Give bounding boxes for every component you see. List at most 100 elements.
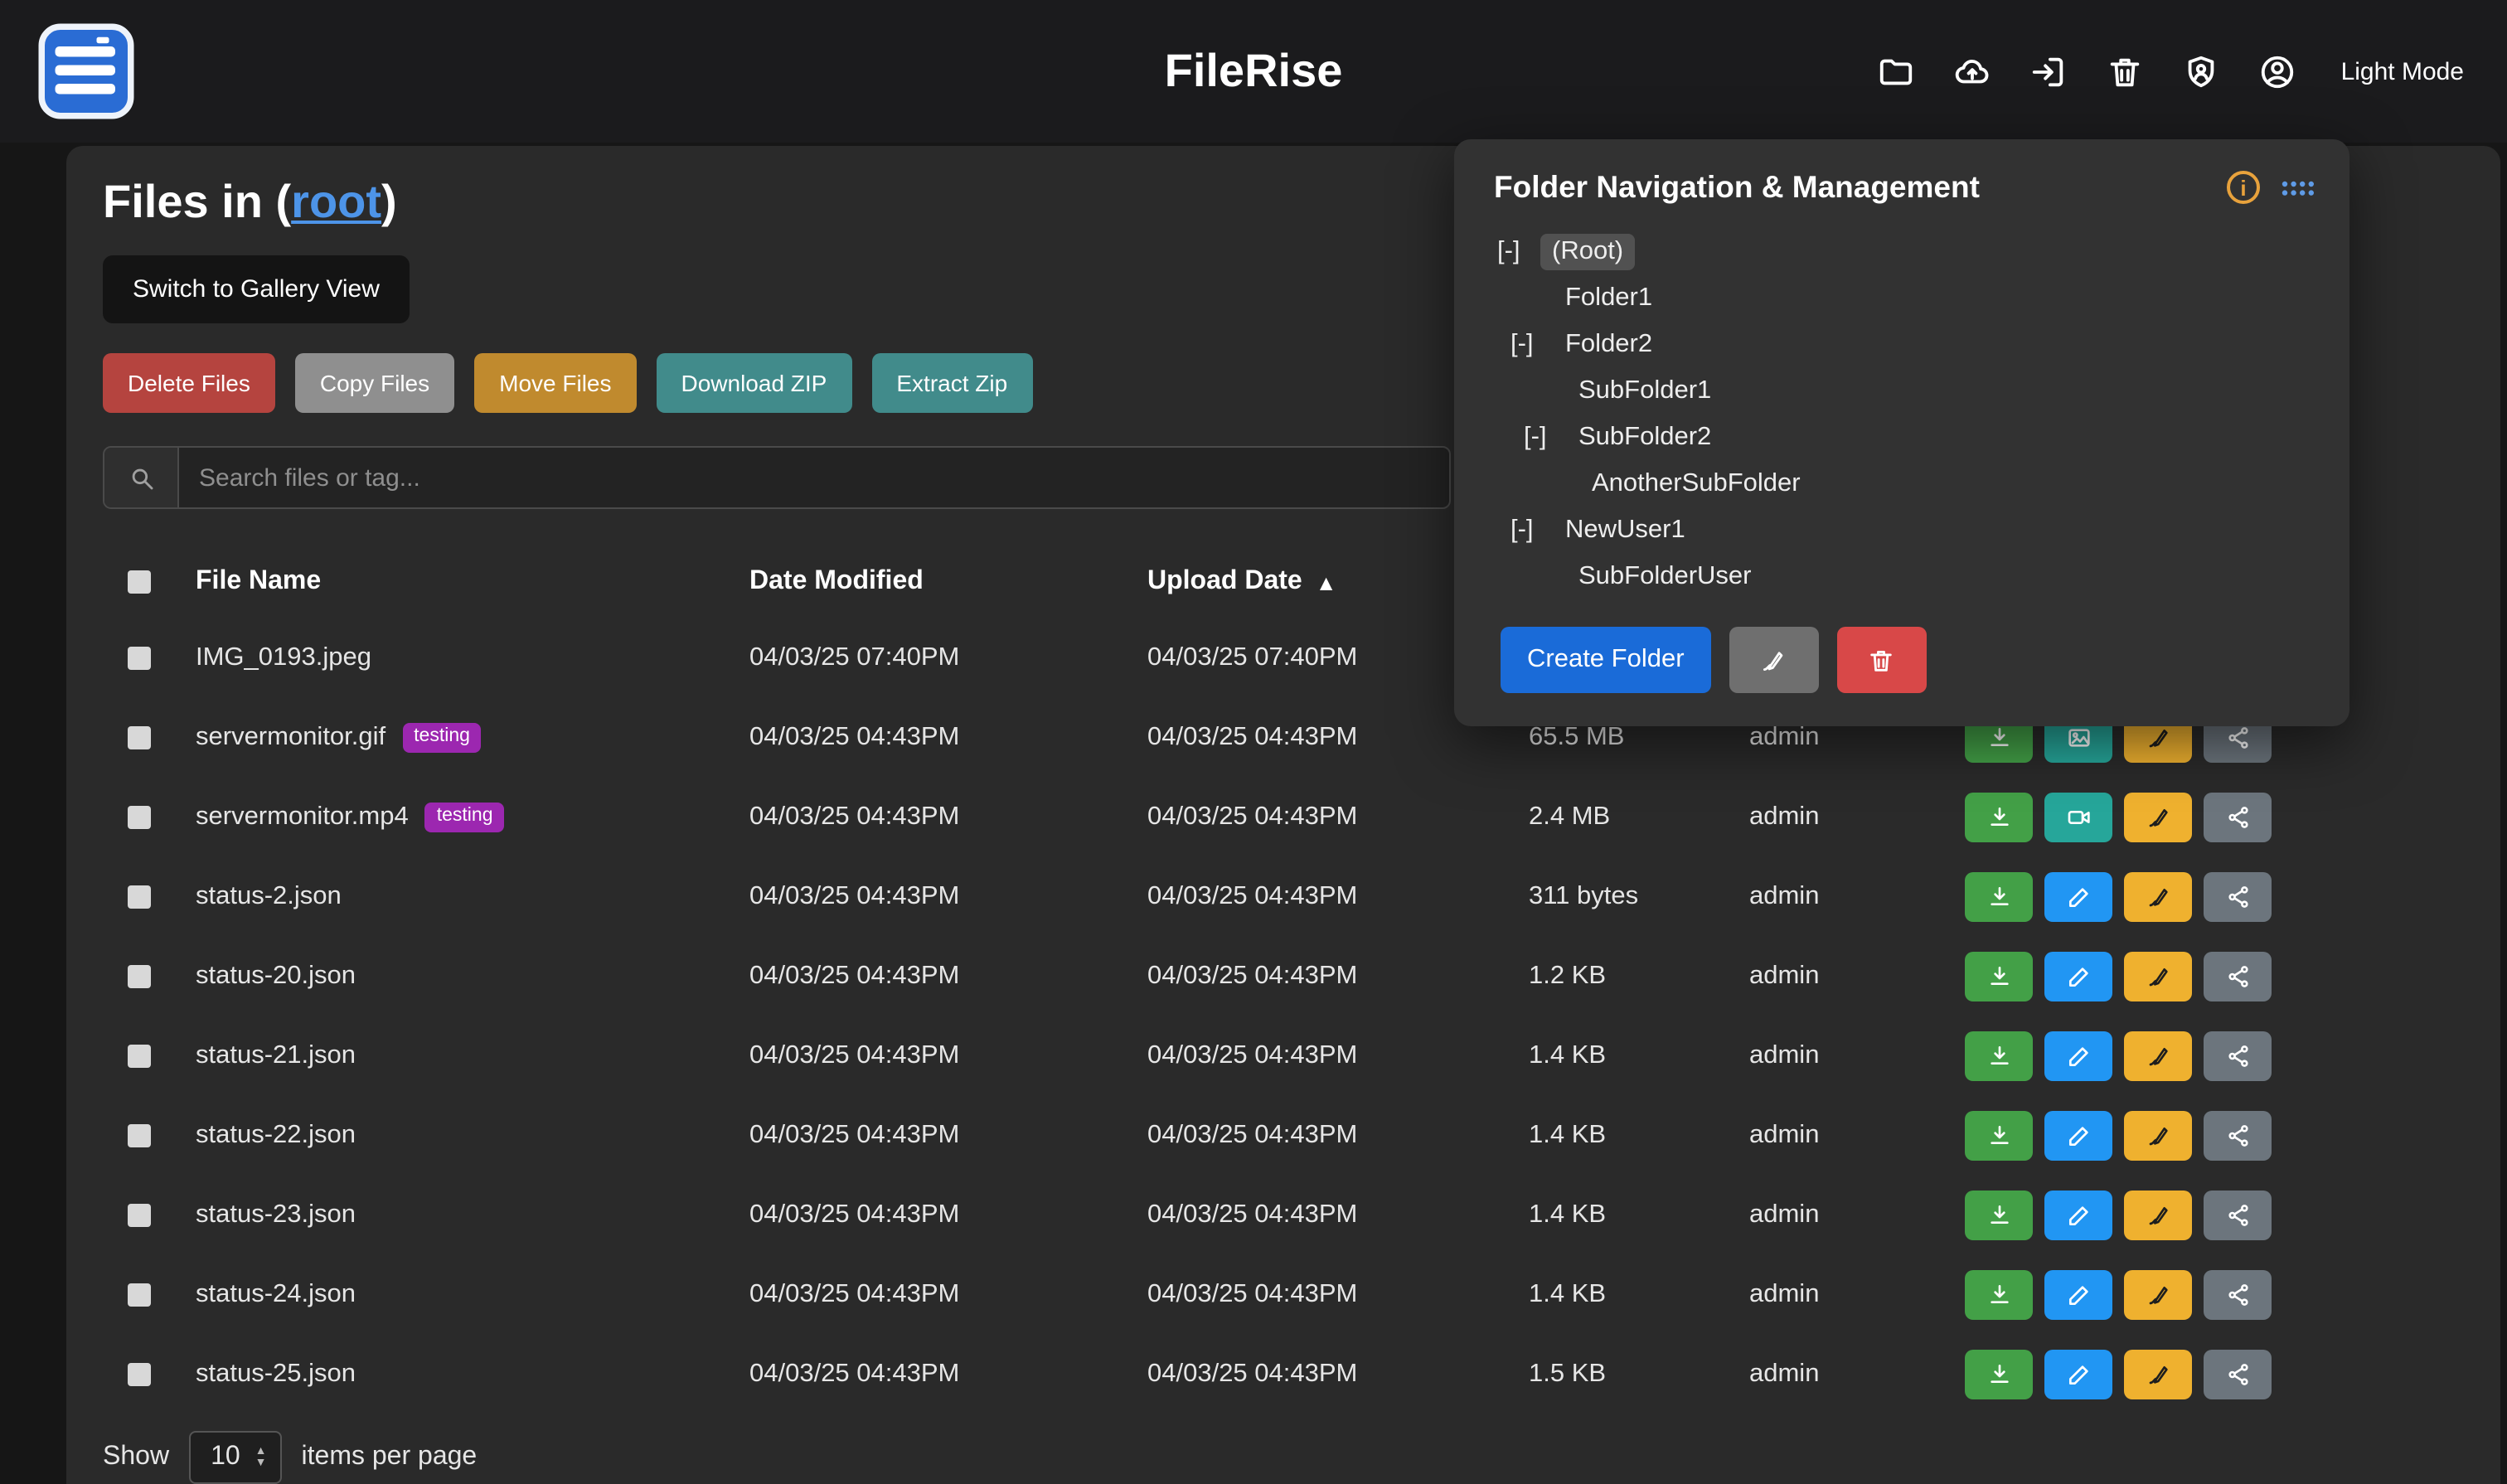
download-button[interactable] xyxy=(1965,1270,2033,1320)
download-button[interactable] xyxy=(1965,952,2033,1001)
theme-toggle[interactable]: Light Mode xyxy=(2341,57,2464,85)
column-header-date-modified[interactable]: Date Modified xyxy=(749,567,1147,597)
uploader: admin xyxy=(1749,1041,1965,1071)
uploader: admin xyxy=(1749,1200,1965,1230)
tree-folder-label[interactable]: AnotherSubFolder xyxy=(1580,466,1812,502)
folder-icon[interactable] xyxy=(1877,52,1915,90)
row-checkbox[interactable] xyxy=(128,647,151,670)
profile-icon[interactable] xyxy=(2258,52,2296,90)
tree-toggle[interactable]: [-] xyxy=(1511,330,1554,360)
tree-folder-label[interactable]: SubFolder2 xyxy=(1567,419,1723,456)
share-button[interactable] xyxy=(2204,1111,2272,1161)
edit-button[interactable] xyxy=(2044,952,2112,1001)
preview-video-button[interactable] xyxy=(2044,793,2112,842)
rename-button[interactable] xyxy=(2124,793,2192,842)
logout-icon[interactable] xyxy=(2029,52,2068,90)
download-zip-button[interactable]: Download ZIP xyxy=(657,353,852,413)
file-name[interactable]: status-2.json xyxy=(196,882,342,912)
rename-button[interactable] xyxy=(2124,872,2192,922)
date-modified: 04/03/25 04:43PM xyxy=(749,1200,1147,1230)
rename-button[interactable] xyxy=(2124,1191,2192,1240)
app-title: FileRise xyxy=(1165,45,1343,98)
edit-button[interactable] xyxy=(2044,1350,2112,1399)
edit-button[interactable] xyxy=(2044,872,2112,922)
folder-tree: [-](Root)Folder1[-]Folder2SubFolder1[-]S… xyxy=(1454,219,2349,600)
share-button[interactable] xyxy=(2204,872,2272,922)
tree-folder-label[interactable]: (Root) xyxy=(1540,234,1635,270)
download-button[interactable] xyxy=(1965,872,2033,922)
root-link[interactable]: root xyxy=(291,176,381,227)
tree-toggle[interactable]: [-] xyxy=(1524,423,1567,453)
file-name[interactable]: status-20.json xyxy=(196,962,356,992)
download-button[interactable] xyxy=(1965,1350,2033,1399)
tree-folder-label[interactable]: NewUser1 xyxy=(1554,512,1697,549)
tree-folder-label[interactable]: Folder2 xyxy=(1554,327,1664,363)
drag-handle-icon[interactable] xyxy=(2280,178,2316,196)
column-header-file-name[interactable]: File Name xyxy=(176,567,749,597)
user-shield-icon[interactable] xyxy=(2182,52,2220,90)
file-size: 2.4 MB xyxy=(1529,803,1749,832)
edit-button[interactable] xyxy=(2044,1270,2112,1320)
edit-button[interactable] xyxy=(2044,1031,2112,1081)
tree-folder-label[interactable]: SubFolderUser xyxy=(1567,559,1763,595)
file-name[interactable]: status-25.json xyxy=(196,1360,356,1389)
tree-toggle[interactable]: [-] xyxy=(1511,516,1554,546)
row-checkbox[interactable] xyxy=(128,885,151,909)
gallery-view-button[interactable]: Switch to Gallery View xyxy=(103,255,410,323)
file-name[interactable]: status-21.json xyxy=(196,1041,356,1071)
delete-files-button[interactable]: Delete Files xyxy=(103,353,275,413)
cloud-upload-icon[interactable] xyxy=(1953,52,1991,90)
trash-icon[interactable] xyxy=(2106,52,2144,90)
file-name[interactable]: status-24.json xyxy=(196,1280,356,1310)
row-checkbox[interactable] xyxy=(128,1283,151,1307)
table-row: status-22.json04/03/25 04:43PM04/03/25 0… xyxy=(103,1096,2464,1176)
row-checkbox[interactable] xyxy=(128,726,151,749)
copy-files-button[interactable]: Copy Files xyxy=(295,353,454,413)
select-all-checkbox[interactable] xyxy=(128,570,151,594)
file-name[interactable]: status-22.json xyxy=(196,1121,356,1151)
page-size-select[interactable]: 10 ▲▼ xyxy=(189,1431,281,1484)
share-button[interactable] xyxy=(2204,1350,2272,1399)
share-button[interactable] xyxy=(2204,1191,2272,1240)
tree-folder-label[interactable]: SubFolder1 xyxy=(1567,373,1723,410)
row-checkbox[interactable] xyxy=(128,1045,151,1068)
share-button[interactable] xyxy=(2204,1270,2272,1320)
tree-node: [-](Root) xyxy=(1454,229,2349,275)
edit-button[interactable] xyxy=(2044,1111,2112,1161)
row-checkbox[interactable] xyxy=(128,1204,151,1227)
rename-button[interactable] xyxy=(2124,952,2192,1001)
delete-folder-button[interactable] xyxy=(1837,627,1927,693)
rename-button[interactable] xyxy=(2124,1350,2192,1399)
download-button[interactable] xyxy=(1965,793,2033,842)
download-button[interactable] xyxy=(1965,1031,2033,1081)
share-button[interactable] xyxy=(2204,952,2272,1001)
app-logo-icon[interactable] xyxy=(36,22,136,121)
upload-date: 04/03/25 04:43PM xyxy=(1147,1200,1529,1230)
rename-button[interactable] xyxy=(2124,1111,2192,1161)
rename-button[interactable] xyxy=(2124,1031,2192,1081)
move-files-button[interactable]: Move Files xyxy=(474,353,636,413)
table-body: IMG_0193.jpeg04/03/25 07:40PM04/03/25 07… xyxy=(103,618,2464,1414)
file-name[interactable]: servermonitor.gif xyxy=(196,723,386,753)
file-name[interactable]: IMG_0193.jpeg xyxy=(196,643,371,673)
share-button[interactable] xyxy=(2204,1031,2272,1081)
row-checkbox[interactable] xyxy=(128,806,151,829)
share-button[interactable] xyxy=(2204,793,2272,842)
rename-button[interactable] xyxy=(2124,1270,2192,1320)
search-input[interactable] xyxy=(179,448,1449,507)
file-name[interactable]: status-23.json xyxy=(196,1200,356,1230)
extract-zip-button[interactable]: Extract Zip xyxy=(871,353,1032,413)
create-folder-button[interactable]: Create Folder xyxy=(1501,627,1711,693)
info-icon[interactable]: i xyxy=(2227,171,2260,204)
row-checkbox[interactable] xyxy=(128,1124,151,1147)
tree-folder-label[interactable]: Folder1 xyxy=(1554,280,1664,317)
download-button[interactable] xyxy=(1965,1111,2033,1161)
row-actions xyxy=(1965,1031,2464,1081)
tree-toggle[interactable]: [-] xyxy=(1497,237,1540,267)
edit-button[interactable] xyxy=(2044,1191,2112,1240)
row-checkbox[interactable] xyxy=(128,1363,151,1386)
download-button[interactable] xyxy=(1965,1191,2033,1240)
file-name[interactable]: servermonitor.mp4 xyxy=(196,803,409,832)
row-checkbox[interactable] xyxy=(128,965,151,988)
rename-folder-button[interactable] xyxy=(1729,627,1819,693)
